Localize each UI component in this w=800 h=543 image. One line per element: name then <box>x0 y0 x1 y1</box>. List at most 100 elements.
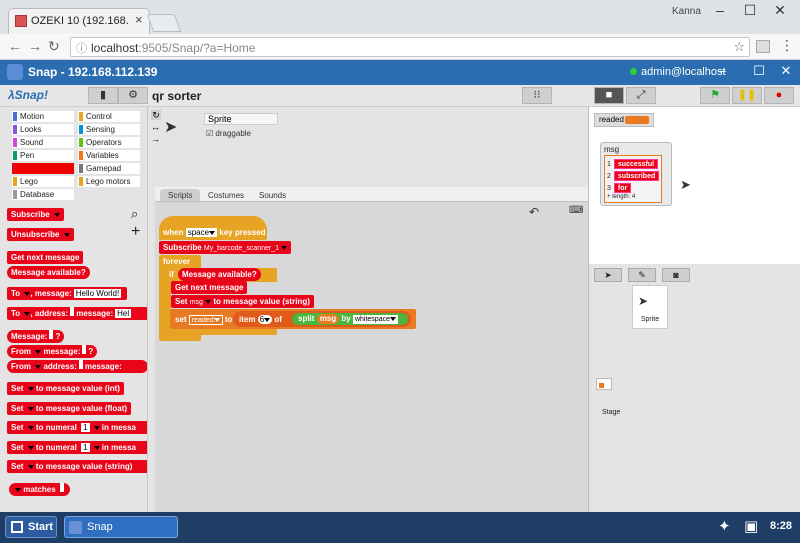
stage-size-normal-icon[interactable]: ■ <box>594 87 624 104</box>
block-subscribe-script[interactable]: Subscribe My_barcode_scanner_1 <box>159 241 292 254</box>
category-lego[interactable]: Lego <box>12 176 74 187</box>
block-matches[interactable]: matches <box>9 483 70 496</box>
scripts-area[interactable]: ↶ ⌨ when space key pressed Subscribe My_… <box>155 201 588 512</box>
pause-icon[interactable]: ❚❚ <box>732 87 762 104</box>
rotate-none-icon[interactable]: → <box>151 134 160 144</box>
fullscreen-icon[interactable]: ⤢ <box>626 87 656 104</box>
dropdown-icon[interactable] <box>209 231 216 235</box>
pattern-input[interactable] <box>59 483 64 492</box>
block-set-float[interactable]: Set to message value (float) <box>7 402 132 415</box>
dropdown-icon[interactable] <box>27 445 34 450</box>
new-tab-button[interactable] <box>146 14 182 32</box>
search-icon[interactable]: ⌕ <box>131 206 138 222</box>
item-number-input[interactable]: 6 <box>257 315 273 324</box>
reload-icon[interactable]: ↻ <box>48 38 60 55</box>
dropdown-icon[interactable] <box>53 212 60 217</box>
rotate-any-icon[interactable]: ↻ <box>151 110 161 120</box>
close-window-button[interactable]: ✕ <box>765 2 795 19</box>
paint-sprite-icon[interactable]: ✎ <box>628 268 656 282</box>
address-input[interactable] <box>70 307 75 316</box>
stop-icon[interactable]: ● <box>764 87 794 104</box>
dropdown-icon[interactable] <box>35 364 42 369</box>
block-subscribe[interactable]: Subscribe <box>7 208 64 221</box>
extension-icon[interactable] <box>756 40 770 53</box>
dropdown-icon[interactable] <box>27 406 34 411</box>
list-watcher-msg[interactable]: msg 1 successful 2 subscribed 3 for + lengt… <box>600 142 672 206</box>
block-item-of[interactable]: item 6 of <box>235 313 286 326</box>
browser-tab[interactable]: OZEKI 10 (192.168.112.1 × <box>8 8 150 34</box>
category-pen[interactable]: Pen <box>12 150 74 161</box>
snap-logo[interactable]: λSnap! <box>8 88 48 102</box>
msg-variable[interactable]: msg <box>316 314 340 324</box>
sprite-name-input[interactable]: Sprite <box>204 113 278 125</box>
block-unsubscribe[interactable]: Unsubscribe <box>7 228 74 241</box>
keyboard-icon[interactable]: ⌨ <box>569 205 583 216</box>
message-input[interactable]: Hello World! <box>73 289 122 298</box>
maximize-button[interactable]: ☐ <box>735 2 765 19</box>
tab-scripts[interactable]: Scripts <box>160 189 201 201</box>
draggable-checkbox[interactable]: ☑ draggable <box>206 129 251 138</box>
category-sensing[interactable]: Sensing <box>78 124 140 135</box>
start-button[interactable]: Start <box>5 516 57 538</box>
dropdown-icon[interactable] <box>27 425 34 430</box>
bookmark-star-icon[interactable]: ☆ <box>733 39 745 55</box>
category-motion[interactable]: Motion <box>12 111 74 122</box>
category-sound[interactable]: Sound <box>12 137 74 148</box>
block-set-string-script[interactable]: Set msg to message value (string) <box>171 295 314 308</box>
dropdown-icon[interactable] <box>27 386 34 391</box>
message-input[interactable] <box>82 345 87 354</box>
numeral-input[interactable]: 1 <box>81 423 90 432</box>
category-operators[interactable]: Operators <box>78 137 140 148</box>
snap-minimize-button[interactable]: – <box>710 63 734 78</box>
dropdown-icon[interactable] <box>27 464 34 469</box>
footprints-icon[interactable]: ⁝⁝ <box>522 87 552 104</box>
message-input[interactable]: Hel <box>115 309 132 318</box>
block-when-key[interactable]: when space key pressed <box>159 226 270 239</box>
block-set-numeral-1[interactable]: Set to numeral 1 in messa <box>7 421 147 434</box>
green-flag-icon[interactable]: ⚑ <box>700 87 730 104</box>
category-looks[interactable]: Looks <box>12 124 74 135</box>
category-database[interactable]: Database <box>12 189 74 200</box>
variable-watcher-readed[interactable]: readed <box>594 113 654 127</box>
forward-icon[interactable]: → <box>28 38 42 54</box>
minimize-button[interactable]: – <box>705 2 735 18</box>
stage-thumbnail[interactable] <box>596 378 612 390</box>
block-if[interactable]: if <box>165 268 178 281</box>
monitor-icon[interactable]: ▣ <box>744 517 758 535</box>
block-forever[interactable]: forever <box>159 255 194 268</box>
block-message-available[interactable]: Message available? <box>7 266 90 279</box>
block-set-numeral-2[interactable]: Set to numeral 1 in messa <box>7 441 147 454</box>
dropdown-icon[interactable] <box>281 246 288 250</box>
camera-sprite-icon[interactable]: ◙ <box>662 268 690 282</box>
stage-sprite-arrow-icon[interactable]: ➤ <box>680 177 691 193</box>
dropdown-icon[interactable] <box>93 425 100 430</box>
category-lego-motors[interactable]: Lego motors <box>78 176 140 187</box>
category-variables[interactable]: Variables <box>78 150 140 161</box>
block-to-message[interactable]: To , message: Hello World! <box>7 287 128 300</box>
address-input[interactable] <box>78 360 83 369</box>
dropdown-icon[interactable] <box>213 318 220 322</box>
ozeki-logo-icon[interactable]: ✦ <box>718 517 731 535</box>
block-from-address[interactable]: From address: message: <box>7 360 147 373</box>
dropdown-icon[interactable] <box>35 349 42 354</box>
message-input[interactable] <box>49 330 54 339</box>
block-set-string[interactable]: Set to message value (string) <box>7 460 147 473</box>
add-turtle-sprite-icon[interactable]: ➤ <box>594 268 622 282</box>
dropdown-icon[interactable] <box>63 232 70 237</box>
info-icon[interactable]: ⓘ <box>76 40 87 56</box>
block-set-readed[interactable]: set readed to <box>171 313 236 326</box>
block-to-address-message[interactable]: To , address: message: Hel <box>7 307 147 320</box>
block-get-next-message[interactable]: Get next message <box>7 251 84 264</box>
tab-costumes[interactable]: Costumes <box>200 189 252 201</box>
taskbar-app-snap[interactable]: Snap <box>64 516 178 538</box>
block-set-int[interactable]: Set to message value (int) <box>7 382 124 395</box>
file-menu-icon[interactable]: ▮ <box>88 87 118 104</box>
add-item-icon[interactable]: + <box>607 194 611 200</box>
category-control[interactable]: Control <box>78 111 140 122</box>
tab-sounds[interactable]: Sounds <box>251 189 294 201</box>
undo-icon[interactable]: ↶ <box>529 205 539 219</box>
dropdown-icon[interactable] <box>205 300 212 304</box>
block-message-q[interactable]: Message: ? <box>7 330 65 343</box>
back-icon[interactable]: ← <box>8 38 22 54</box>
block-split[interactable]: split msg by whitespace <box>294 312 402 325</box>
